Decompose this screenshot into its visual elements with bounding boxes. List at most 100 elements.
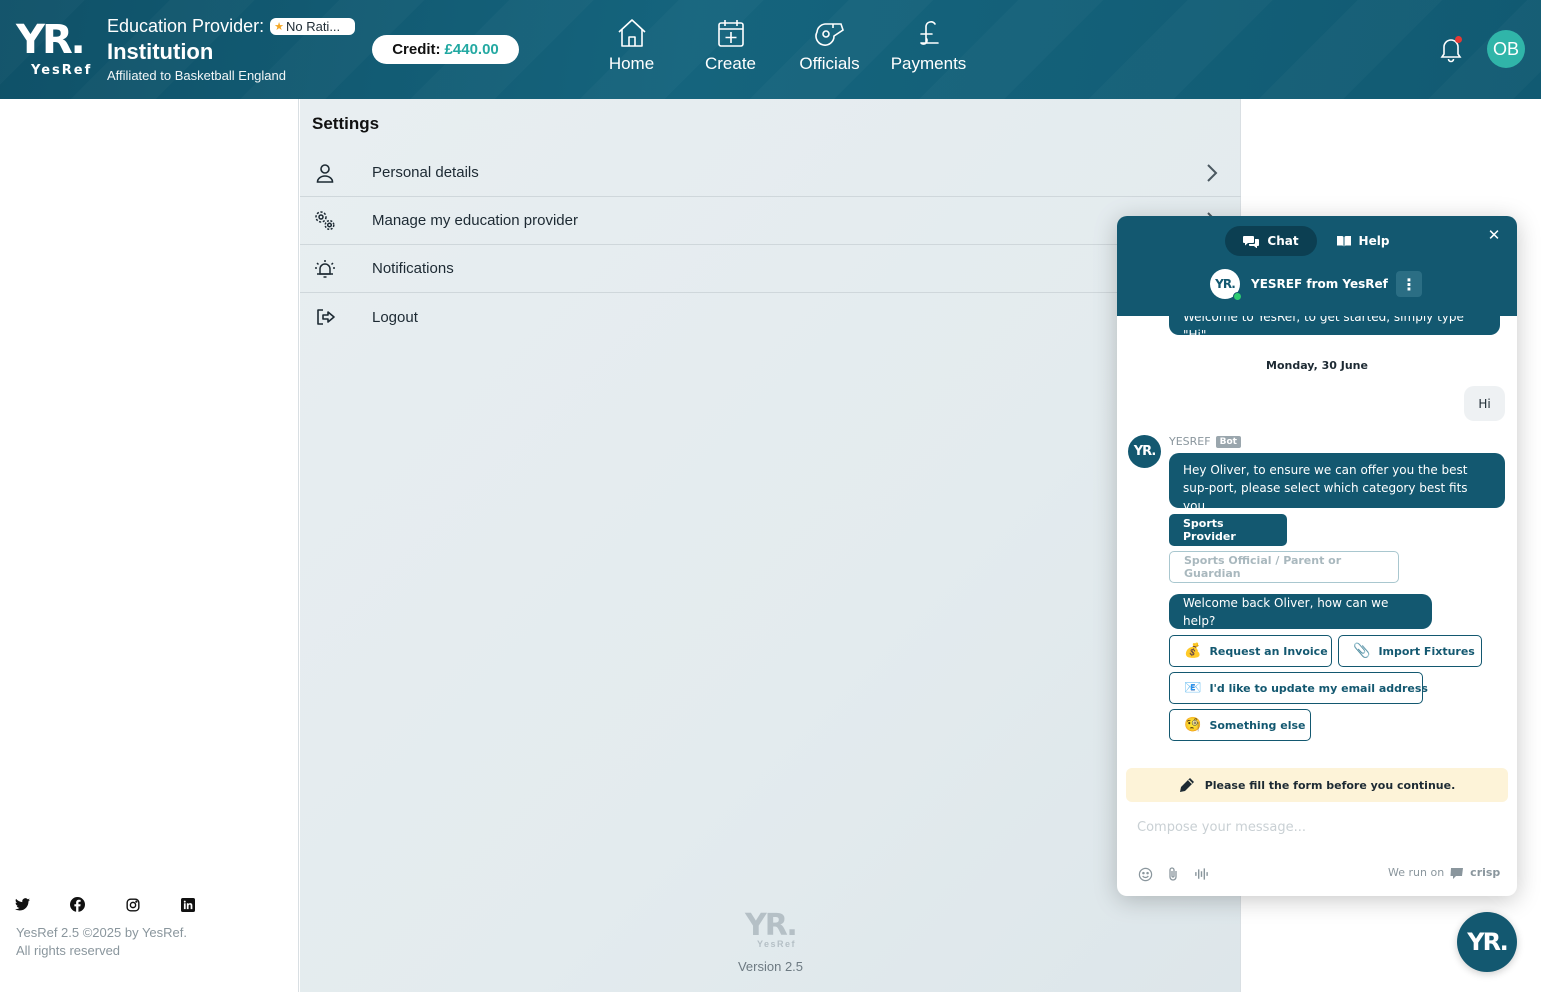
crisp-logo-icon xyxy=(1450,867,1464,879)
chat-tabs: Chat Help xyxy=(1225,226,1409,256)
institution-name: Institution xyxy=(107,39,214,64)
left-panel: YesRef 2.5 ©2025 by YesRef. All rights r… xyxy=(0,99,299,992)
affiliation-text: Affiliated to Basketball England xyxy=(107,68,286,83)
money-bag-icon: 💰 xyxy=(1184,643,1202,659)
menu-manage-provider[interactable]: Manage my education provider xyxy=(300,197,1241,245)
version-label: Version 2.5 xyxy=(737,959,804,974)
user-avatar[interactable]: OB xyxy=(1487,30,1525,68)
footer-logo-mark: YR. xyxy=(745,908,798,943)
nav-create-label: Create xyxy=(704,54,757,73)
alarm-bell-icon xyxy=(315,259,335,278)
emoji-icon[interactable] xyxy=(1137,866,1153,882)
form-warning-text: Please fill the form before you continue… xyxy=(1204,778,1456,792)
option-request-invoice[interactable]: 💰 Request an Invoice xyxy=(1169,635,1332,667)
copyright-line-2: All rights reserved xyxy=(16,943,121,958)
chat-icon xyxy=(1243,235,1260,248)
message-bubble: Welcome to YesRef, to get started, simpl… xyxy=(1169,316,1500,342)
attachment-icon[interactable] xyxy=(1165,866,1181,882)
bot-avatar: YR. xyxy=(1128,435,1161,468)
rating-text: No Rati... xyxy=(285,19,341,34)
menu-logout[interactable]: Logout xyxy=(300,293,1241,341)
bot-tag: Bot xyxy=(1215,435,1241,448)
book-icon xyxy=(1336,236,1351,247)
option-import-fixtures[interactable]: 📎 Import Fixtures xyxy=(1338,635,1482,667)
crisp-branding[interactable]: We run on crisp xyxy=(1388,866,1500,879)
user-message: Hi xyxy=(1464,386,1505,421)
credit-pill[interactable]: Credit: £440.00 xyxy=(372,35,519,64)
copyright: YesRef 2.5 ©2025 by YesRef. All rights r… xyxy=(16,924,187,960)
settings-panel: Settings Personal details Manage my educ… xyxy=(300,99,1241,992)
user-icon xyxy=(316,163,334,183)
menu-item-label: Notifications xyxy=(372,260,454,277)
option-label: Something else xyxy=(1209,718,1306,732)
provider-info: Education Provider: ★ No Rati... Institu… xyxy=(107,16,367,83)
agent-name: YESREF from YesRef xyxy=(1251,277,1388,291)
logo-text: YesRef xyxy=(31,63,93,78)
tab-help[interactable]: Help xyxy=(1317,226,1409,256)
menu-item-label: Personal details xyxy=(372,164,479,181)
linkedin-icon[interactable] xyxy=(179,896,196,913)
menu-personal-details[interactable]: Personal details xyxy=(300,149,1241,197)
audio-icon[interactable] xyxy=(1193,866,1209,882)
option-label: Request an Invoice xyxy=(1209,644,1328,658)
online-status-dot xyxy=(1233,292,1242,301)
date-separator: Monday, 30 June xyxy=(1266,359,1368,372)
bot-sender: YESREF Bot xyxy=(1169,435,1241,448)
credit-amount: £440.00 xyxy=(444,41,499,58)
chat-header: Chat Help ✕ YR. YESREF from YesRef ⋮ xyxy=(1117,216,1517,316)
choice-sports-provider[interactable]: Sports Provider xyxy=(1169,514,1287,546)
email-icon: 📧 xyxy=(1184,680,1202,696)
option-something-else[interactable]: 🧐 Something else xyxy=(1169,709,1311,741)
option-label: I'd like to update my email address xyxy=(1209,681,1428,695)
chat-widget: Chat Help ✕ YR. YESREF from YesRef ⋮ Wel… xyxy=(1117,216,1517,896)
chevron-right-icon xyxy=(1207,163,1218,182)
facebook-icon[interactable] xyxy=(69,896,86,913)
instagram-icon[interactable] xyxy=(124,896,141,913)
menu-notifications[interactable]: Notifications xyxy=(300,245,1241,293)
bot-message: Welcome back Oliver, how can we help? xyxy=(1169,594,1432,629)
bot-message: Hey Oliver, to ensure we can offer you t… xyxy=(1169,453,1505,513)
pound-icon xyxy=(919,21,939,45)
nav-payments-label: Payments xyxy=(890,54,967,73)
crisp-brand: crisp xyxy=(1470,866,1501,879)
logout-icon xyxy=(317,309,335,325)
provider-label: Education Provider: xyxy=(107,16,265,36)
option-label: Import Fixtures xyxy=(1378,644,1475,658)
close-icon[interactable]: ✕ xyxy=(1487,228,1501,243)
run-on-text: We run on xyxy=(1388,866,1445,879)
notification-dot xyxy=(1455,36,1462,43)
tab-chat[interactable]: Chat xyxy=(1225,226,1317,256)
message-input[interactable]: Compose your message... xyxy=(1137,820,1306,835)
monocle-face-icon: 🧐 xyxy=(1184,717,1202,733)
footer-logo-text: YesRef xyxy=(757,939,797,949)
menu-item-label: Manage my education provider xyxy=(372,212,578,229)
bot-name: YESREF xyxy=(1169,435,1211,448)
home-icon xyxy=(617,19,646,47)
chat-toolbar xyxy=(1137,866,1209,882)
star-icon: ★ xyxy=(274,21,284,33)
rating-badge: ★ No Rati... xyxy=(270,18,356,35)
nav-create[interactable]: Create xyxy=(681,16,780,74)
logo-mark: YR. xyxy=(16,17,86,63)
tab-help-label: Help xyxy=(1358,234,1390,248)
nav-officials-label: Officials xyxy=(799,54,860,73)
social-links xyxy=(14,896,196,913)
nav-payments[interactable]: Payments xyxy=(879,16,978,74)
settings-menu: Personal details Manage my education pro… xyxy=(300,149,1241,341)
chat-messages[interactable]: Welcome to YesRef, to get started, simpl… xyxy=(1117,316,1517,764)
whistle-icon xyxy=(814,23,844,46)
nav-home-label: Home xyxy=(608,54,655,73)
page-title: Settings xyxy=(312,114,380,133)
main-nav: Home Create Officials Payments xyxy=(582,16,978,74)
menu-item-label: Logout xyxy=(372,308,418,326)
nav-home[interactable]: Home xyxy=(582,16,681,74)
option-update-email[interactable]: 📧 I'd like to update my email address xyxy=(1169,672,1428,704)
yesref-logo[interactable]: YR. YesRef xyxy=(16,20,94,78)
chat-launcher-button[interactable]: YR. xyxy=(1457,912,1517,972)
twitter-icon[interactable] xyxy=(14,896,31,913)
gears-icon xyxy=(315,210,335,230)
copyright-line-1: YesRef 2.5 ©2025 by YesRef. xyxy=(16,925,187,940)
choice-sports-official[interactable]: Sports Official / Parent or Guardian xyxy=(1169,551,1399,583)
nav-officials[interactable]: Officials xyxy=(780,16,879,74)
more-options-icon[interactable]: ⋮ xyxy=(1396,271,1422,297)
